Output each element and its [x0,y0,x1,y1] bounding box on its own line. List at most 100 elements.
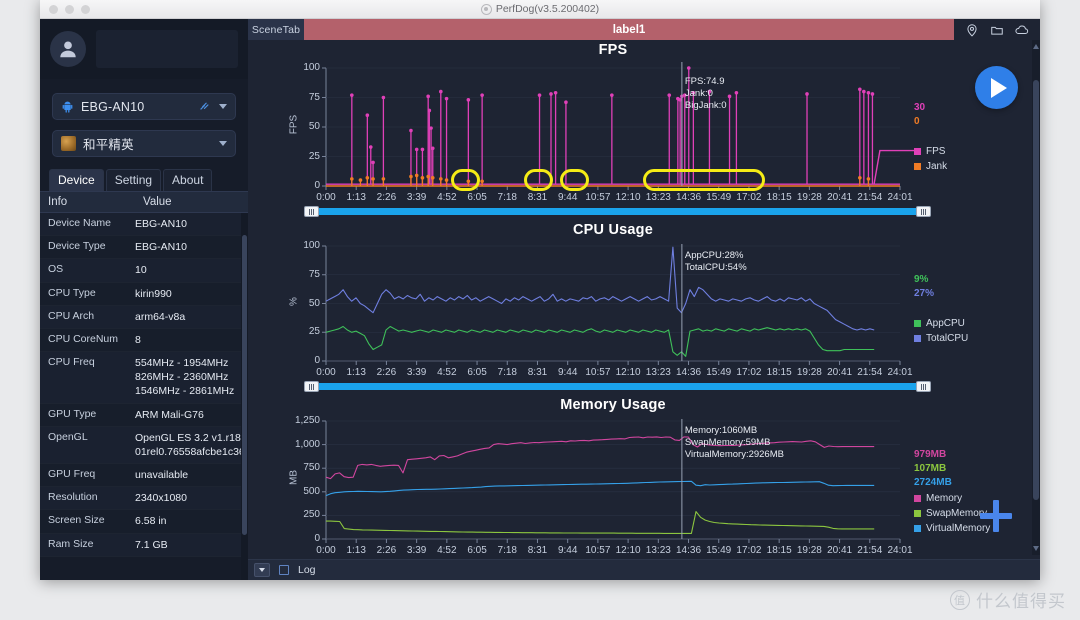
cloud-icon[interactable] [1015,23,1029,37]
chevron-down-icon[interactable] [219,104,227,109]
info-table-header: Info Value [40,191,248,213]
bottom-dropdown-button[interactable] [254,563,270,577]
watermark: 值 什么值得买 [950,587,1066,612]
main-scrollbar[interactable] [1032,40,1040,555]
table-cell-key: CPU Freq [48,356,95,369]
log-checkbox[interactable] [279,565,289,575]
y-tick-label: 75 [308,268,320,280]
zoom-button[interactable] [81,5,90,14]
table-row[interactable]: CPU CoreNum 8 [40,328,248,353]
readout-line: Memory:1060MB [684,425,758,436]
scene-tab-button[interactable]: SceneTab [248,19,304,40]
y-tick-label: 1,250 [294,415,320,426]
table-cell-value: 10 [135,264,147,277]
x-tick-label: 24:01 [887,545,913,556]
table-row[interactable]: CPU Freq 554MHz - 1954MHz 826MHz - 2360MH… [40,352,248,404]
table-row[interactable]: Device Type EBG-AN10 [40,236,248,260]
time-range-slider[interactable] [308,208,926,215]
legend-label: AppCPU [926,318,965,329]
legend-swatch [914,148,921,155]
watermark-logo: 值 [950,589,970,610]
legend-item[interactable]: FPS [914,146,945,157]
y-tick-label: 50 [308,297,320,309]
sidebar-scrollbar-thumb[interactable] [242,235,247,535]
device-select-label: EBG-AN10 [81,99,145,114]
legend-swatch [914,163,921,170]
legend-label: Jank [926,161,948,172]
y-tick-label: 750 [303,462,320,474]
table-row[interactable]: CPU Arch arm64-v8a [40,305,248,329]
tab-device[interactable]: Device [49,169,104,191]
close-button[interactable] [49,5,58,14]
usb-link-icon[interactable] [198,100,212,114]
tab-label: About [172,173,204,187]
y-tick-label: 1,000 [294,438,320,450]
legend-swatch [914,335,921,342]
legend-item[interactable]: SwapMemory [914,508,987,519]
table-row[interactable]: Screen Size 6.58 in [40,510,248,534]
slider-handle-right[interactable] [916,206,931,217]
table-cell-key: Device Name [48,217,112,229]
y-tick-label: 50 [308,121,320,132]
main-scrollbar-thumb[interactable] [1033,80,1039,500]
play-button[interactable] [975,66,1018,109]
table-cell-value: EBG-AN10 [135,218,187,230]
slider-handle-left[interactable] [304,381,319,392]
slider-handle-left[interactable] [304,206,319,217]
legend-item[interactable]: Memory [914,493,962,504]
sidebar-scrollbar[interactable] [241,213,248,580]
legend-label: FPS [926,146,946,157]
table-cell-value: kirin990 [135,287,172,300]
table-row[interactable]: OpenGL OpenGL ES 3.2 v1.r18p0-01rel0.7655… [40,426,248,465]
y-axis-label: MB [288,470,300,485]
table-cell-key: Ram Size [48,537,94,550]
time-range-slider[interactable] [308,383,926,390]
readout-line: AppCPU:28% [684,250,744,261]
series-totalcpu [325,246,875,331]
tab-label: Device [58,173,95,187]
y-tick-label: 500 [303,485,320,497]
readout-line: SwapMemory:59MB [684,437,771,449]
legend-item[interactable]: AppCPU [914,318,965,329]
table-row[interactable]: OS 10 [40,259,248,283]
scroll-down-arrow-icon[interactable] [1033,546,1039,551]
table-row[interactable]: GPU Freq unavailable [40,464,248,488]
legend-label: Memory [926,493,963,504]
table-row[interactable]: GPU Type ARM Mali-G76 [40,403,248,427]
slider-handle-right[interactable] [916,381,931,392]
readout-line: Jank:0 [684,88,713,100]
main-panel: SceneTab label1 FPS FPS 0 25 50 75 100 0… [248,19,1040,580]
table-row[interactable]: Device Name EBG-AN10 [40,213,248,237]
x-tick-label: 24:01 [887,192,913,203]
tab-about[interactable]: About [163,169,213,191]
chart-readout: Memory:1060MB SwapMemory:59MB VirtualMemor… [685,425,784,461]
legend-item[interactable]: Jank [914,161,947,172]
readout-line: FPS:74.9 [684,76,725,87]
y-tick-label: 0 [314,180,320,191]
scroll-up-arrow-icon[interactable] [1033,44,1039,49]
legend-item[interactable]: TotalCPU [914,333,968,344]
tab-label: Setting [114,173,153,187]
app-select[interactable]: 和平精英 [52,130,236,157]
chevron-down-icon[interactable] [219,141,227,146]
table-row[interactable]: Resolution 2340x1080 [40,487,248,511]
device-select[interactable]: EBG-AN10 [52,93,236,120]
legend-item[interactable]: VirtualMemory [914,523,990,534]
tab-setting[interactable]: Setting [105,169,162,191]
minimize-button[interactable] [65,5,74,14]
sidebar: EBG-AN10 和平精英 Device Setting About Info Va… [40,19,248,580]
readout-line: VirtualMemory:2926MB [684,449,784,461]
table-cell-key: Resolution [48,491,98,504]
add-metric-button[interactable] [980,500,1012,532]
info-table-body[interactable]: Device Name EBG-AN10 Device Type EBG-AN10 OS… [40,213,248,580]
info-col-header: Info [48,196,68,208]
window-body: EBG-AN10 和平精英 Device Setting About Info Va… [40,19,1040,580]
location-pin-icon[interactable] [965,23,979,37]
user-avatar-icon[interactable] [50,31,86,67]
legend-label: TotalCPU [926,333,969,344]
table-row[interactable]: CPU Type kirin990 [40,282,248,306]
folder-icon[interactable] [990,23,1004,37]
window-traffic-lights[interactable] [49,5,90,14]
scene-label[interactable]: label1 [304,19,954,40]
table-row[interactable]: Ram Size 7.1 GB [40,533,248,557]
